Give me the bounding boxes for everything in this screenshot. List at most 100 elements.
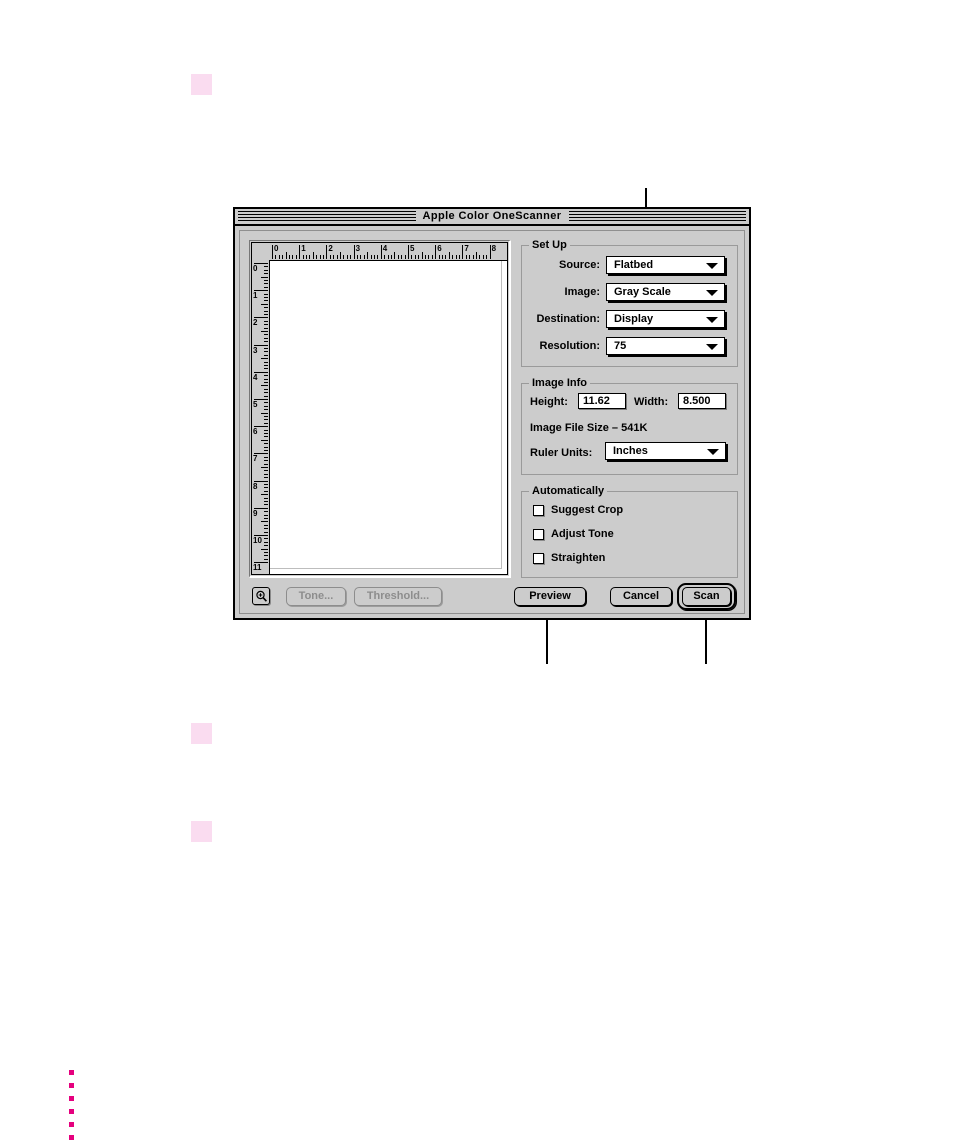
ruler-tick-minor — [264, 436, 268, 438]
ruler-tick-minor — [264, 422, 268, 424]
ruler-tick-minor — [309, 255, 311, 259]
ruler-tick-minor — [264, 368, 268, 370]
ruler-tick-minor — [374, 255, 375, 259]
preview-pane[interactable]: 0 1 2 3 4 5 6 7 8 0 1 2 3 4 5 6 7 8 9 10 11 — [249, 240, 511, 578]
ruler-tick-minor — [312, 252, 314, 259]
ruler-tick-minor — [264, 446, 268, 448]
preview-button[interactable]: Preview — [514, 587, 586, 606]
page-canvas: Apple Color OneScanner 0 1 2 3 4 5 6 7 8 0 1 2 3 4 5 6… — [0, 0, 954, 1145]
threshold-button-label: Threshold... — [366, 590, 430, 602]
resolution-dropdown[interactable]: 75 — [606, 337, 725, 355]
ruler-tick-minor — [438, 255, 440, 259]
ruler-label: 4 — [382, 244, 388, 253]
width-label: Width: — [634, 396, 669, 408]
tone-button-label: Tone... — [298, 590, 334, 602]
footer-dot — [69, 1096, 74, 1101]
checkbox-box[interactable] — [533, 505, 544, 516]
height-label: Height: — [530, 396, 568, 408]
ruler-label: 2 — [253, 318, 258, 328]
footer-dot — [69, 1109, 74, 1114]
window-titlebar[interactable]: Apple Color OneScanner — [235, 209, 749, 226]
ruler-tick-minor — [448, 252, 450, 259]
ruler-tick-minor — [264, 531, 268, 533]
ruler-tick-minor — [261, 358, 268, 360]
checkbox-suggest-crop[interactable]: Suggest Crop — [533, 504, 623, 517]
setup-group: Set Up Source: Flatbed Image: Gray Scale… — [521, 239, 738, 367]
ruler-tick-minor — [264, 433, 268, 434]
ruler-tick-minor — [275, 255, 277, 259]
ruler-tick-minor — [414, 255, 416, 259]
ruler-tick-minor — [264, 307, 268, 309]
ruler-tick-major — [353, 245, 355, 259]
ruler-label: 6 — [253, 427, 258, 437]
ruler-tick-minor — [264, 297, 268, 298]
ruler-label: 1 — [301, 244, 306, 253]
tone-button[interactable]: Tone... — [286, 587, 346, 606]
ruler-tick-minor — [343, 255, 345, 259]
width-field[interactable]: 8.500 — [678, 393, 726, 409]
ruler-label: 0 — [253, 264, 258, 273]
preview-canvas-surface[interactable] — [270, 261, 502, 569]
ruler-tick-minor — [264, 388, 268, 390]
ruler-tick-minor — [264, 490, 268, 492]
ruler-tick-minor — [264, 392, 268, 394]
source-dropdown[interactable]: Flatbed — [606, 256, 725, 274]
ruler-tick-major — [435, 245, 437, 259]
ruler-tick-minor — [323, 255, 324, 259]
image-dropdown[interactable]: Gray Scale — [606, 283, 725, 301]
automatically-group: Automatically Suggest Crop Adjust Tone S… — [521, 485, 738, 578]
ruler-tick-minor — [421, 252, 423, 259]
checkbox-box[interactable] — [533, 529, 544, 540]
ruler-units-dropdown[interactable]: Inches — [605, 442, 726, 460]
ruler-tick-minor — [264, 528, 268, 530]
checkbox-straighten[interactable]: Straighten — [533, 552, 605, 565]
ruler-tick-minor — [264, 266, 268, 268]
ruler-tick-minor — [264, 337, 268, 339]
ruler-tick-minor — [261, 385, 268, 387]
ruler-tick-minor — [264, 450, 268, 451]
ruler-tick-minor — [367, 252, 369, 259]
footer-dot — [69, 1083, 74, 1088]
ruler-tick-minor — [329, 255, 331, 259]
scan-button[interactable]: Scan — [682, 587, 731, 606]
ruler-tick-minor — [264, 558, 268, 560]
ruler-tick-minor — [264, 365, 268, 366]
ruler-tick-minor — [264, 273, 268, 275]
margin-marker-square — [191, 723, 212, 744]
ruler-tick-minor — [316, 255, 318, 259]
ruler-tick-minor — [264, 327, 268, 329]
scan-button-label: Scan — [693, 590, 720, 602]
ruler-tick-minor — [264, 286, 268, 288]
ruler-tick-minor — [465, 255, 467, 259]
ruler-tick-minor — [377, 255, 379, 259]
ruler-tick-minor — [264, 348, 268, 349]
chevron-down-icon — [706, 344, 718, 350]
window-title: Apple Color OneScanner — [415, 210, 569, 223]
checkbox-box[interactable] — [533, 553, 544, 564]
ruler-tick-minor — [319, 255, 321, 259]
ruler-tick-minor — [397, 255, 399, 259]
zoom-tool-button[interactable] — [252, 587, 270, 605]
ruler-label: 3 — [355, 244, 361, 253]
preview-canvas[interactable] — [269, 260, 507, 574]
ruler-label: 1 — [253, 291, 258, 301]
ruler-tick-minor — [261, 467, 268, 468]
ruler-tick-minor — [346, 255, 348, 259]
threshold-button[interactable]: Threshold... — [354, 587, 442, 606]
ruler-tick-minor — [264, 354, 268, 356]
cancel-button-label: Cancel — [622, 590, 660, 602]
height-field[interactable]: 11.62 — [578, 393, 626, 409]
ruler-tick-minor — [264, 283, 268, 285]
ruler-tick-minor — [370, 255, 372, 259]
ruler-tick-minor — [261, 439, 268, 441]
magnifier-plus-icon — [255, 590, 267, 602]
ruler-label: 7 — [253, 454, 258, 464]
resolution-value: 75 — [614, 340, 627, 352]
ruler-tick-minor — [401, 255, 403, 259]
ruler-label: 2 — [328, 244, 333, 253]
checkbox-adjust-tone[interactable]: Adjust Tone — [533, 528, 614, 541]
margin-marker-square — [191, 74, 212, 95]
ruler-tick-minor — [264, 473, 268, 475]
cancel-button[interactable]: Cancel — [610, 587, 672, 606]
destination-dropdown[interactable]: Display — [606, 310, 725, 328]
